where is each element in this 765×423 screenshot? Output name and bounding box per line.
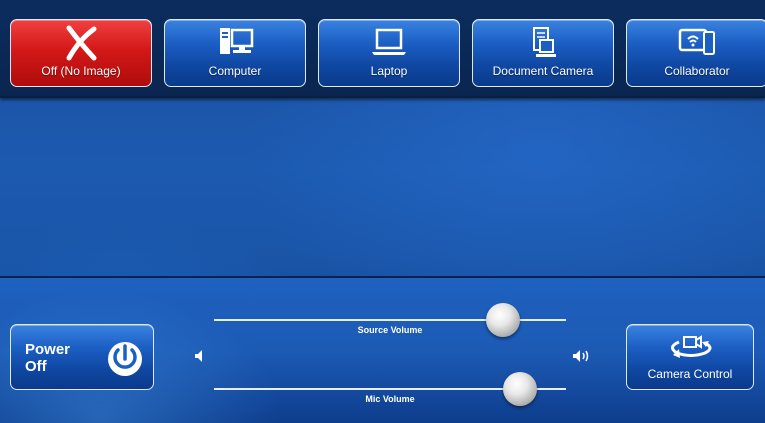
volume-down-icon[interactable] bbox=[193, 349, 209, 363]
power-off-button[interactable]: Power Off bbox=[10, 324, 154, 390]
source-button-laptop[interactable]: Laptop bbox=[318, 19, 460, 87]
x-icon bbox=[66, 25, 97, 61]
source-label-computer: Computer bbox=[208, 64, 262, 78]
camera-control-button[interactable]: Camera Control bbox=[626, 324, 754, 390]
control-panel: Power Off Source Volume Mic Volume Camer… bbox=[0, 276, 765, 423]
volume-up-icon[interactable] bbox=[572, 349, 592, 363]
mic-volume-knob[interactable] bbox=[503, 372, 538, 406]
source-label-document-camera: Document Camera bbox=[492, 64, 594, 78]
touch-panel-screen: Off (No Image) Computer Laptop Document … bbox=[0, 0, 765, 423]
source-volume-knob[interactable] bbox=[485, 303, 520, 337]
computer-icon bbox=[220, 28, 254, 54]
source-button-computer[interactable]: Computer bbox=[164, 19, 306, 87]
power-off-label: Power Off bbox=[25, 341, 71, 375]
source-label-laptop: Laptop bbox=[370, 64, 408, 78]
camera-rotate-icon bbox=[671, 335, 712, 358]
power-icon bbox=[108, 342, 142, 376]
source-button-document-camera[interactable]: Document Camera bbox=[472, 19, 614, 87]
document-camera-icon bbox=[533, 27, 556, 57]
source-button-off[interactable]: Off (No Image) bbox=[10, 19, 152, 87]
source-label-off: Off (No Image) bbox=[41, 64, 121, 78]
laptop-icon bbox=[372, 28, 406, 55]
collaborator-icon bbox=[678, 28, 715, 55]
source-selection-bar: Off (No Image) Computer Laptop Document … bbox=[0, 0, 765, 98]
source-label-collaborator: Collaborator bbox=[664, 64, 730, 78]
camera-control-label: Camera Control bbox=[647, 367, 733, 381]
source-button-collaborator[interactable]: Collaborator bbox=[626, 19, 765, 87]
